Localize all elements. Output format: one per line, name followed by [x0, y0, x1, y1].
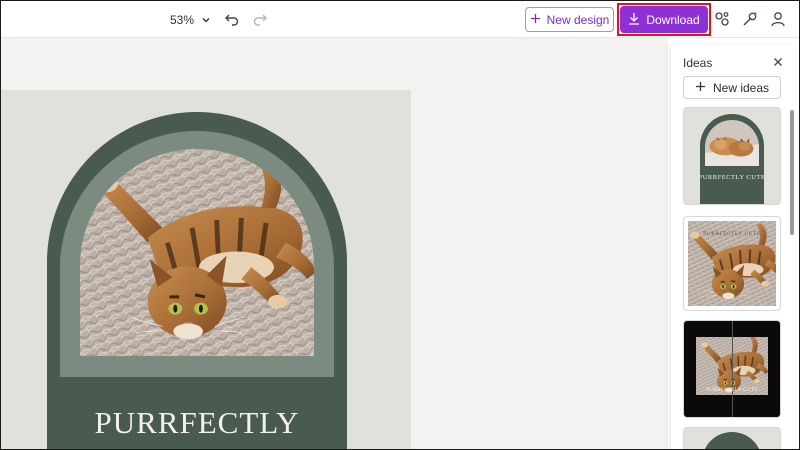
idea-thumbnail[interactable]: PURRFECTLY CUTE — [683, 216, 781, 311]
cat-photo[interactable] — [80, 149, 314, 356]
download-label: Download — [646, 12, 700, 27]
plus-icon — [530, 13, 541, 27]
ideas-panel: Ideas New ideas PURRFECTLY CUTE PURRFECT… — [670, 46, 794, 450]
thumbnail-caption: PURRFECTLY CUTE — [698, 174, 766, 181]
thumbnail-caption: PURRFECTLY CUTE — [706, 388, 758, 393]
download-button[interactable]: Download — [620, 6, 708, 33]
ideas-panel-title: Ideas — [683, 56, 713, 70]
share-icon[interactable] — [712, 9, 732, 29]
thumbnail-divider — [732, 321, 733, 417]
new-design-label: New design — [546, 12, 610, 27]
new-ideas-label: New ideas — [712, 80, 770, 95]
canvas-workspace[interactable]: PURRFECTLY — [0, 38, 668, 450]
zoom-dropdown[interactable]: 53% — [170, 10, 211, 30]
thumbnail-caption: PURRFECTLY CUTE — [703, 231, 761, 237]
thumbnail-arch — [700, 114, 764, 204]
magic-icon[interactable] — [740, 9, 760, 29]
new-design-button[interactable]: New design — [525, 7, 614, 32]
idea-thumbnail[interactable]: PURRFECTLY CUTE — [683, 320, 781, 418]
arch-frame[interactable] — [47, 112, 347, 450]
design-title-text[interactable]: PURRFECTLY — [47, 405, 347, 441]
profile-icon[interactable] — [768, 9, 788, 29]
zoom-value: 53% — [170, 13, 195, 27]
chevron-down-icon — [201, 15, 211, 25]
new-ideas-button[interactable]: New ideas — [683, 76, 781, 99]
top-toolbar: 53% New design Download — [0, 0, 800, 38]
plus-icon — [695, 81, 706, 95]
ideas-scrollbar[interactable] — [790, 110, 794, 235]
thumbnail-arch — [702, 432, 762, 450]
idea-thumbnail[interactable] — [683, 427, 781, 450]
undo-icon[interactable] — [222, 9, 242, 29]
thumbnail-photo — [705, 120, 759, 166]
idea-thumbnail[interactable]: PURRFECTLY CUTE — [683, 107, 781, 205]
arch-inner-band — [60, 131, 334, 377]
design-page[interactable]: PURRFECTLY — [0, 90, 411, 450]
redo-icon[interactable] — [250, 9, 270, 29]
close-icon[interactable] — [771, 55, 785, 69]
download-icon — [628, 12, 640, 28]
